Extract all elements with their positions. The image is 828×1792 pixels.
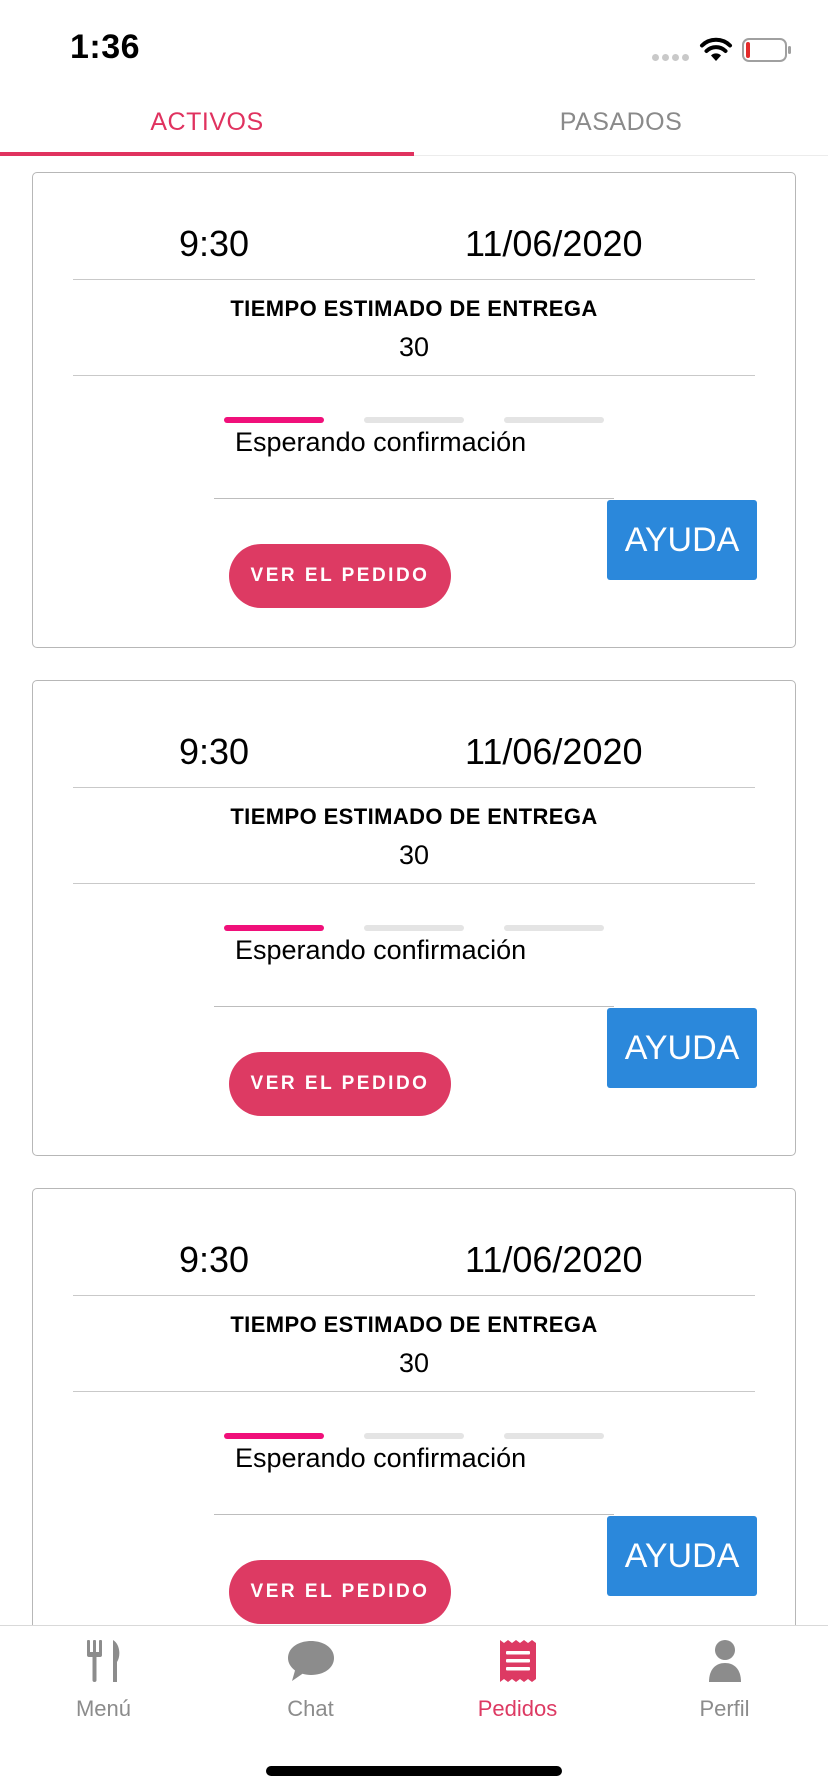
order-date: 11/06/2020: [465, 731, 643, 772]
eta-label: TIEMPO ESTIMADO DE ENTREGA: [230, 1312, 598, 1337]
eta-value: 30: [398, 332, 430, 362]
divider: [73, 279, 755, 280]
help-button[interactable]: AYUDA: [607, 1516, 757, 1596]
status-time: 1:36: [70, 28, 141, 66]
chat-bubble-icon: [287, 1641, 334, 1681]
signal-icon: [652, 54, 689, 61]
order-date: 11/06/2020: [465, 1239, 643, 1280]
order-card: 9:30 11/06/2020 TIEMPO ESTIMADO DE ENTRE…: [32, 172, 796, 648]
progress-step-1: [224, 417, 324, 423]
order-time: 9:30: [179, 731, 250, 772]
nav-label-menu: Menú: [75, 1696, 132, 1721]
nav-item-perfil[interactable]: Perfil: [621, 1626, 828, 1736]
divider: [73, 375, 755, 376]
divider: [73, 1295, 755, 1296]
receipt-icon: [499, 1640, 536, 1682]
order-status: Esperando confirmación: [235, 1443, 527, 1473]
divider: [73, 787, 755, 788]
order-status: Esperando confirmación: [235, 935, 527, 965]
order-time: 9:30: [179, 223, 250, 264]
progress-step-2: [364, 1433, 464, 1439]
order-status: Esperando confirmación: [235, 427, 527, 457]
eta-label: TIEMPO ESTIMADO DE ENTREGA: [230, 804, 598, 829]
progress-step-3: [504, 417, 604, 423]
active-tab-indicator: [0, 152, 414, 156]
view-order-button[interactable]: VER EL PEDIDO: [229, 1560, 451, 1624]
order-card: 9:30 11/06/2020 TIEMPO ESTIMADO DE ENTRE…: [32, 1188, 796, 1626]
eta-value: 30: [398, 1348, 430, 1378]
help-button[interactable]: AYUDA: [607, 1008, 757, 1088]
eta-label: TIEMPO ESTIMADO DE ENTREGA: [230, 296, 598, 321]
nav-item-pedidos[interactable]: Pedidos: [414, 1626, 621, 1736]
tab-pasados[interactable]: PASADOS: [414, 88, 828, 156]
divider: [214, 498, 614, 499]
nav-label-chat: Chat: [287, 1696, 334, 1721]
orders-screen: 1:36 ACTIVOS PASADOS 9:30 11/06/2020 TIE…: [0, 0, 828, 1792]
order-card: 9:30 11/06/2020 TIEMPO ESTIMADO DE ENTRE…: [32, 680, 796, 1156]
progress-step-1: [224, 1433, 324, 1439]
tab-activos[interactable]: ACTIVOS: [0, 88, 414, 156]
help-button[interactable]: AYUDA: [607, 500, 757, 580]
order-tabs: ACTIVOS PASADOS: [0, 88, 828, 156]
wifi-icon: [700, 37, 732, 61]
progress-step-2: [364, 925, 464, 931]
nav-item-chat[interactable]: Chat: [207, 1626, 414, 1736]
progress-step-2: [364, 417, 464, 423]
divider: [214, 1514, 614, 1515]
eta-value: 30: [398, 840, 430, 870]
view-order-button[interactable]: VER EL PEDIDO: [229, 544, 451, 608]
progress-step-3: [504, 925, 604, 931]
order-datetime-row: 9:30 11/06/2020: [33, 223, 795, 273]
divider: [214, 1006, 614, 1007]
nav-label-perfil: Perfil: [699, 1696, 750, 1721]
order-datetime-row: 9:30 11/06/2020: [33, 1239, 795, 1289]
home-indicator[interactable]: [266, 1766, 562, 1776]
battery-icon: [742, 38, 791, 62]
nav-item-menu[interactable]: Menú: [0, 1626, 207, 1736]
view-order-button[interactable]: VER EL PEDIDO: [229, 1052, 451, 1116]
fork-knife-icon: [86, 1640, 119, 1682]
orders-list[interactable]: 9:30 11/06/2020 TIEMPO ESTIMADO DE ENTRE…: [0, 158, 828, 1626]
person-icon: [708, 1640, 741, 1682]
divider: [73, 883, 755, 884]
order-datetime-row: 9:30 11/06/2020: [33, 731, 795, 781]
progress-step-1: [224, 925, 324, 931]
order-time: 9:30: [179, 1239, 250, 1280]
order-date: 11/06/2020: [465, 223, 643, 264]
divider: [73, 1391, 755, 1392]
status-bar: 1:36: [0, 0, 828, 88]
progress-step-3: [504, 1433, 604, 1439]
nav-label-pedidos: Pedidos: [477, 1696, 558, 1721]
